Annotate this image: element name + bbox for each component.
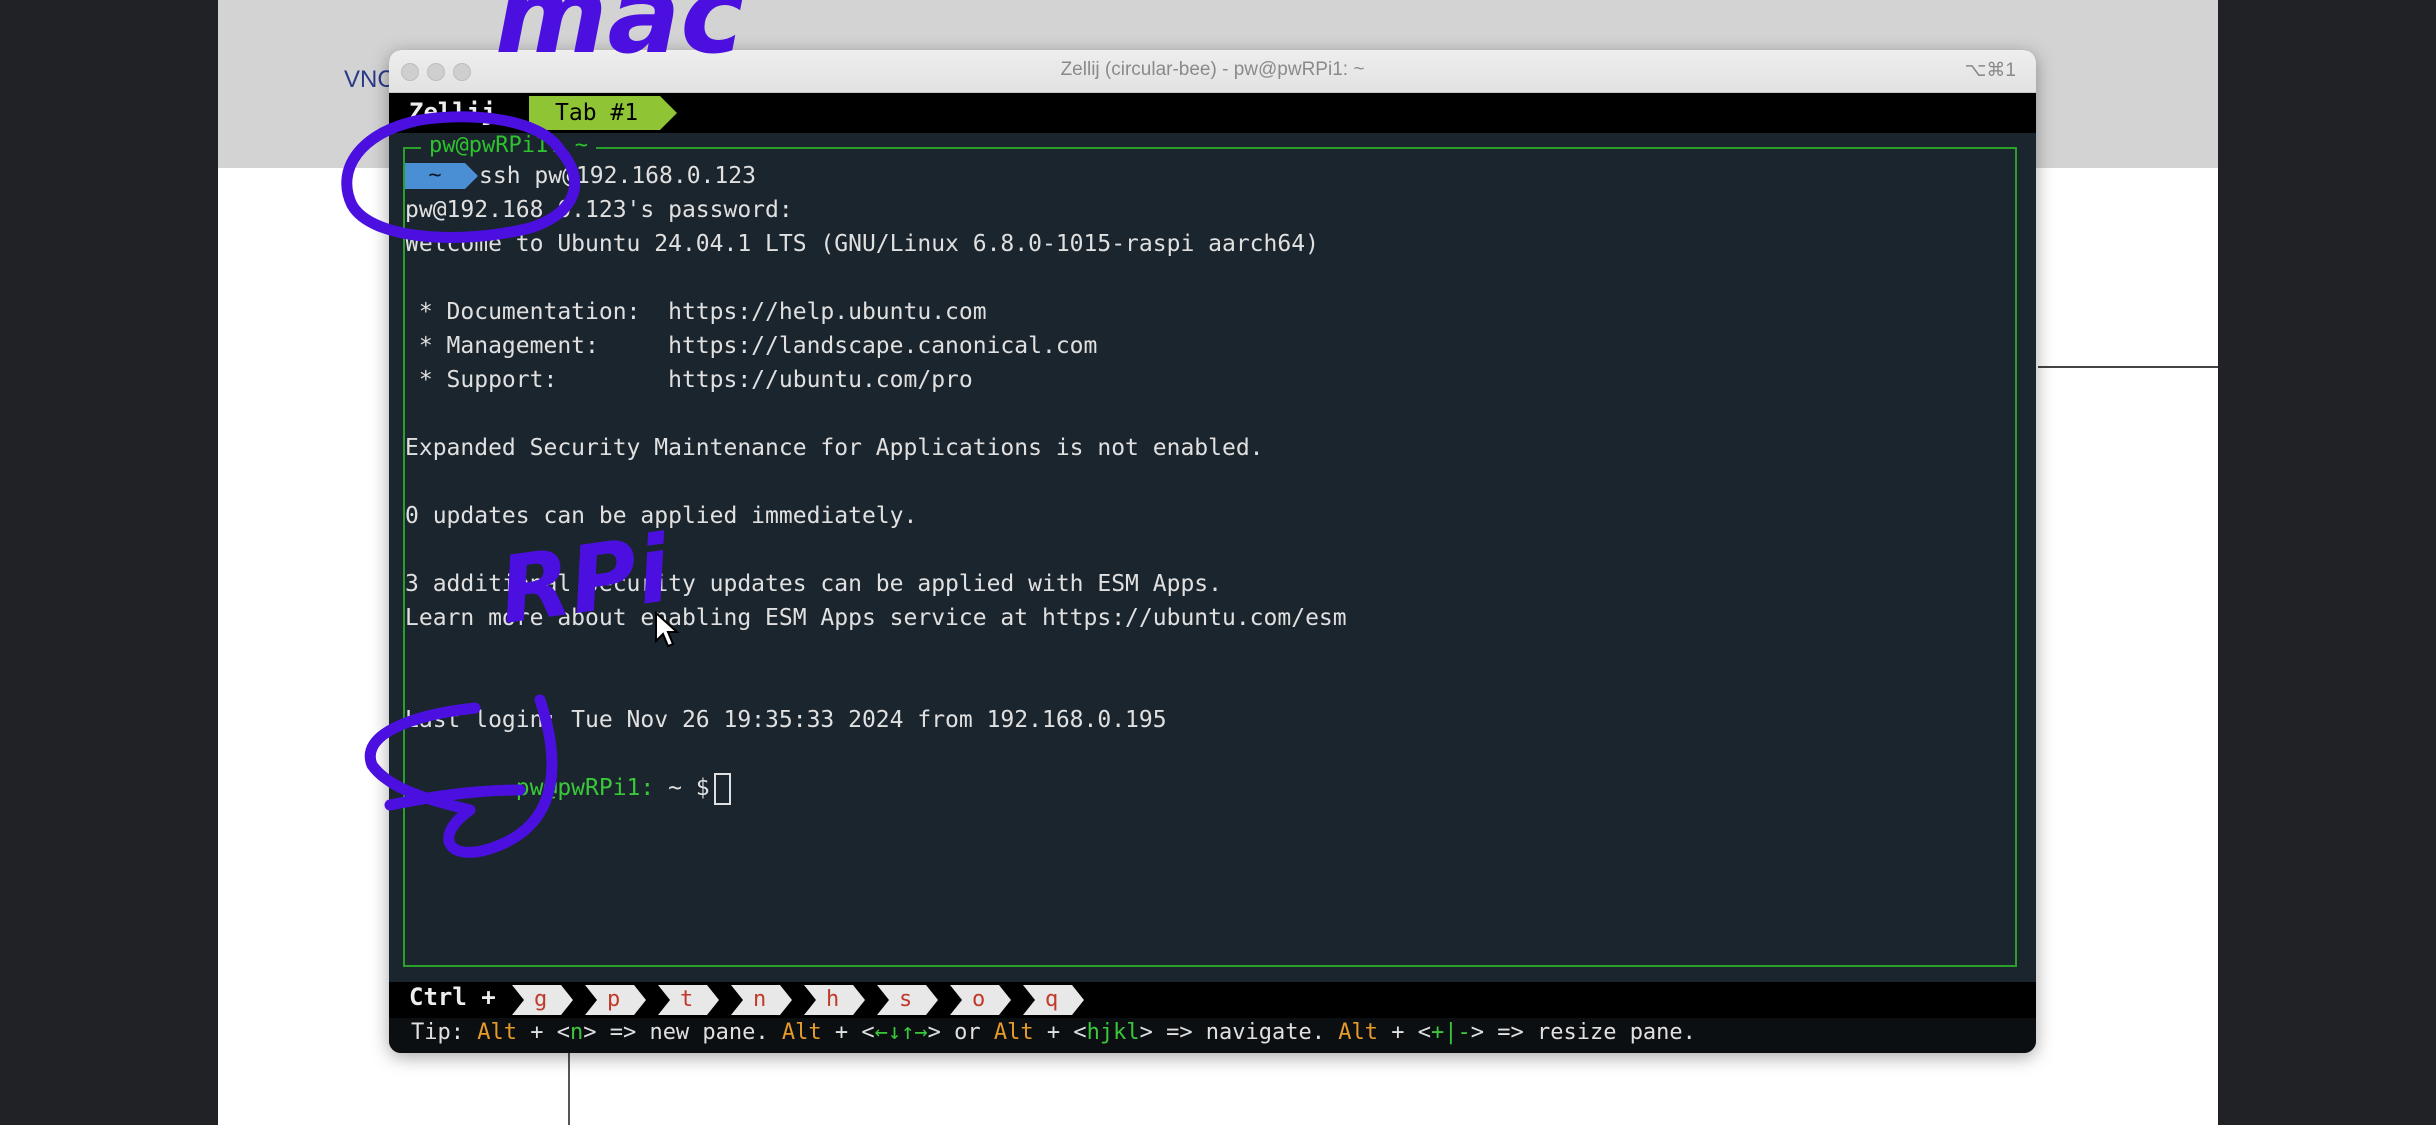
terminal-line: Learn more about enabling ESM Apps servi… xyxy=(405,605,1347,631)
terminal-prompt-line[interactable]: pw@pwRPi1: ~ $ xyxy=(405,737,731,805)
tip-alt-key: Alt xyxy=(781,1020,822,1045)
ctrl-modifier-label: Ctrl + xyxy=(409,983,496,1011)
left-letterbox xyxy=(0,0,218,1125)
text-cursor xyxy=(713,772,731,805)
terminal-line: * Documentation: https://help.ubuntu.com xyxy=(405,299,987,325)
keybinding-status-bar: Ctrl + g p t n h s o q xyxy=(389,982,2036,1018)
zellij-app-name: Zellij xyxy=(409,98,496,126)
window-shortcut: ⌥⌘1 xyxy=(1964,60,2016,81)
tip-alt-key: Alt xyxy=(1338,1020,1379,1045)
prompt-suffix: ~ $ xyxy=(654,775,710,801)
tip-part: + < xyxy=(516,1020,570,1045)
tab-1[interactable]: Tab #1 xyxy=(529,96,678,130)
vnc-label: VNC xyxy=(344,66,395,93)
tip-alt-key: Alt xyxy=(477,1020,517,1045)
terminal-line-ssh: ~ ssh pw@192.168.0.123 xyxy=(405,159,756,193)
tip-part: + < xyxy=(821,1020,875,1045)
terminal-line: pw@192.168.0.123's password: xyxy=(405,197,793,223)
terminal-line: 0 updates can be applied immediately. xyxy=(405,503,918,529)
terminal-line: 3 additional security updates can be app… xyxy=(405,571,1222,597)
tip-part: > => resize pane. xyxy=(1470,1020,1696,1045)
tip-key: hjkl xyxy=(1086,1020,1140,1045)
pane-title: pw@pwRPi1: ~ xyxy=(421,133,596,158)
mode-key-resize[interactable]: n xyxy=(731,985,793,1015)
terminal-line: Expanded Security Maintenance for Applic… xyxy=(405,435,1264,461)
desktop-panel xyxy=(2038,168,2218,366)
tip-alt-key: Alt xyxy=(993,1020,1034,1045)
tip-part: > => new pane. xyxy=(583,1020,782,1045)
tip-bar: Tip: Alt + <n> => new pane. Alt + <←↓↑→>… xyxy=(389,1018,2036,1053)
tip-part: > or xyxy=(927,1020,994,1045)
mode-key-quit[interactable]: q xyxy=(1023,985,1085,1015)
terminal-line: * Management: https://landscape.canonica… xyxy=(405,333,1098,359)
tip-key: ←↓↑→ xyxy=(874,1020,928,1045)
mode-key-pane-lock[interactable]: g xyxy=(512,985,574,1015)
prompt-directory-chip: ~ xyxy=(405,163,478,189)
right-letterbox xyxy=(2218,0,2436,1125)
mode-key-move[interactable]: h xyxy=(804,985,866,1015)
window-title: Zellij (circular-bee) - pw@pwRPi1: ~ xyxy=(1060,59,1365,80)
terminal-window: Zellij (circular-bee) - pw@pwRPi1: ~ ⌥⌘1… xyxy=(389,50,2036,1053)
mode-key-scroll[interactable]: s xyxy=(877,985,939,1015)
tip-text: Tip: Alt + <n> => new pane. Alt + <←↓↑→>… xyxy=(411,1020,1696,1045)
tip-part: + < xyxy=(1378,1020,1431,1045)
terminal-pane[interactable]: pw@pwRPi1: ~ ~ ssh pw@192.168.0.123 pw@1… xyxy=(403,133,2017,967)
terminal-line: Last login: Tue Nov 26 19:35:33 2024 fro… xyxy=(405,707,1167,733)
tip-part: + < xyxy=(1033,1020,1087,1045)
terminal-line: Welcome to Ubuntu 24.04.1 LTS (GNU/Linux… xyxy=(405,231,1319,257)
desktop-divider xyxy=(2038,366,2218,368)
tip-key: n xyxy=(569,1020,584,1045)
prompt-user-host: pw@pwRPi1: xyxy=(515,775,655,801)
tip-prefix: Tip: xyxy=(411,1020,478,1045)
tip-part: > => navigate. xyxy=(1139,1020,1339,1045)
zellij-tab-bar: Zellij Tab #1 xyxy=(389,93,2036,133)
tip-key: +|- xyxy=(1431,1020,1471,1045)
terminal-line: * Support: https://ubuntu.com/pro xyxy=(405,367,973,393)
window-titlebar[interactable]: Zellij (circular-bee) - pw@pwRPi1: ~ ⌥⌘1 xyxy=(389,50,2036,93)
mode-key-session[interactable]: o xyxy=(950,985,1012,1015)
desktop-divider-vertical xyxy=(568,1050,570,1125)
ssh-command: ssh pw@192.168.0.123 xyxy=(479,163,756,189)
mode-key-pane[interactable]: p xyxy=(585,985,647,1015)
mode-key-tab[interactable]: t xyxy=(658,985,720,1015)
